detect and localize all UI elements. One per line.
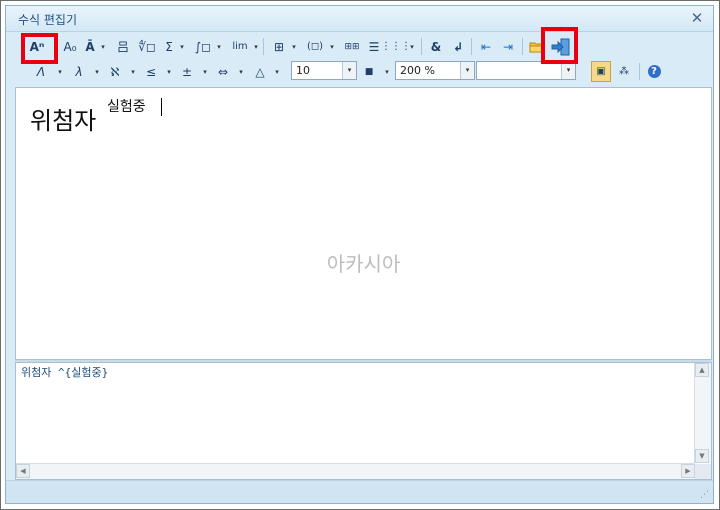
- watermark: 아카시아: [326, 252, 401, 276]
- equation-editor-window: 수식 편집기 ✕ Aⁿ A₀ Ā ▾ 吕 ∜◻ Σ ▾ ∫◻ ▾ lim ▾ ⊞…: [5, 5, 714, 504]
- scrollbar-corner: [695, 464, 711, 479]
- close-icon[interactable]: ✕: [689, 10, 705, 26]
- sum-dropdown[interactable]: ▾: [178, 36, 186, 57]
- script-editor[interactable]: 위첨자 ^{실험중} ▲ ▼ ◀ ▶: [15, 362, 712, 480]
- window-title: 수식 편집기: [18, 13, 78, 27]
- matrix-operator-button[interactable]: ⊞: [269, 36, 289, 57]
- chevron-down-icon[interactable]: ▾: [342, 62, 356, 79]
- grid-dropdown[interactable]: ▾: [408, 36, 416, 57]
- scroll-down-button[interactable]: ▼: [695, 449, 709, 463]
- title-bar: 수식 편집기 ✕: [6, 6, 713, 32]
- misc-symbol-dropdown[interactable]: ▾: [273, 61, 281, 82]
- toolbar-separator: [421, 38, 422, 55]
- accent-button[interactable]: Ā: [81, 36, 99, 57]
- greek-upper-dropdown[interactable]: ▾: [56, 61, 64, 82]
- font-size-select[interactable]: 10 ▾: [291, 61, 357, 80]
- root-button[interactable]: ∜◻: [135, 36, 159, 57]
- help-glyph: ?: [647, 65, 661, 78]
- operator-dropdown[interactable]: ▾: [201, 61, 209, 82]
- chevron-down-icon[interactable]: ▾: [460, 62, 474, 79]
- fraction-button[interactable]: 吕: [113, 36, 133, 57]
- operator-button[interactable]: ±: [179, 61, 195, 82]
- sum-button[interactable]: Σ: [161, 36, 177, 57]
- font-size-value: 10: [296, 64, 310, 77]
- scroll-right-button[interactable]: ▶: [681, 464, 695, 478]
- highlight-box-format: [21, 33, 58, 64]
- ampersand-button[interactable]: &: [427, 36, 445, 57]
- newline-button[interactable]: ↲: [449, 36, 467, 57]
- color-button[interactable]: ■: [361, 61, 377, 82]
- scroll-left-button[interactable]: ◀: [16, 464, 30, 478]
- toolbar-separator: [522, 38, 523, 55]
- layout-button[interactable]: ⁂: [615, 61, 633, 82]
- vertical-scrollbar[interactable]: ▲ ▼: [694, 363, 711, 463]
- chevron-down-icon[interactable]: ▾: [561, 62, 575, 79]
- color-dropdown[interactable]: ▾: [383, 61, 391, 82]
- bracket-dropdown[interactable]: ▾: [328, 36, 336, 57]
- symbol-dropdown[interactable]: ▾: [129, 61, 137, 82]
- zoom-select[interactable]: 200 % ▾: [395, 61, 475, 80]
- toolbar-separator: [263, 38, 264, 55]
- integral-button[interactable]: ∫◻: [191, 36, 215, 57]
- matrix-operator-dropdown[interactable]: ▾: [290, 36, 298, 57]
- formula-canvas[interactable]: 위첨자 실험중 아카시아: [15, 87, 712, 360]
- highlight-box-insert: [541, 27, 578, 64]
- script-text[interactable]: 위첨자 ^{실험중}: [21, 364, 108, 380]
- grid-button[interactable]: ⋮⋮⋮: [381, 36, 411, 57]
- zoom-value: 200 %: [400, 64, 435, 77]
- text-caret: [161, 98, 162, 116]
- toggle-button[interactable]: ▣: [591, 61, 611, 82]
- formula-base-text: 위첨자: [30, 107, 97, 135]
- integral-dropdown[interactable]: ▾: [215, 36, 223, 57]
- greek-lower-dropdown[interactable]: ▾: [93, 61, 101, 82]
- greek-lower-button[interactable]: λ: [71, 61, 87, 82]
- resize-grip-icon[interactable]: ⋰: [700, 490, 709, 500]
- toolbar-secondary: Λ ▾ λ ▾ ℵ ▾ ≤ ▾ ± ▾ ⇔ ▾ △ ▾ 10 ▾ ■ ▾ 200…: [9, 59, 710, 84]
- subscript-button[interactable]: A₀: [59, 36, 81, 57]
- misc-symbol-button[interactable]: △: [251, 61, 269, 82]
- relation-dropdown[interactable]: ▾: [165, 61, 173, 82]
- arrow-dropdown[interactable]: ▾: [237, 61, 245, 82]
- toolbar-separator: [639, 63, 640, 80]
- formula-superscript: 실험중: [107, 99, 146, 115]
- screenshot-frame: 수식 편집기 ✕ Aⁿ A₀ Ā ▾ 吕 ∜◻ Σ ▾ ∫◻ ▾ lim ▾ ⊞…: [0, 0, 720, 510]
- greek-upper-button[interactable]: Λ: [33, 61, 49, 82]
- toolbar-primary: Aⁿ A₀ Ā ▾ 吕 ∜◻ Σ ▾ ∫◻ ▾ lim ▾ ⊞ ▾ (◻) ▾ …: [9, 34, 710, 59]
- scroll-up-button[interactable]: ▲: [695, 363, 709, 377]
- next-button[interactable]: ⇥: [498, 36, 518, 57]
- bracket-button[interactable]: (◻): [303, 36, 327, 57]
- previous-button[interactable]: ⇤: [476, 36, 496, 57]
- limit-button[interactable]: lim: [229, 36, 251, 57]
- toolbar-separator: [471, 38, 472, 55]
- symbol-button[interactable]: ℵ: [107, 61, 123, 82]
- status-bar: ⋰: [6, 480, 713, 503]
- relation-button[interactable]: ≤: [143, 61, 159, 82]
- limit-dropdown[interactable]: ▾: [252, 36, 260, 57]
- matrix-button[interactable]: ⊞⊞: [341, 36, 363, 57]
- accent-dropdown[interactable]: ▾: [99, 36, 107, 57]
- horizontal-scrollbar[interactable]: ◀ ▶: [16, 463, 695, 479]
- help-icon[interactable]: ?: [646, 61, 662, 82]
- arrow-button[interactable]: ⇔: [213, 61, 233, 82]
